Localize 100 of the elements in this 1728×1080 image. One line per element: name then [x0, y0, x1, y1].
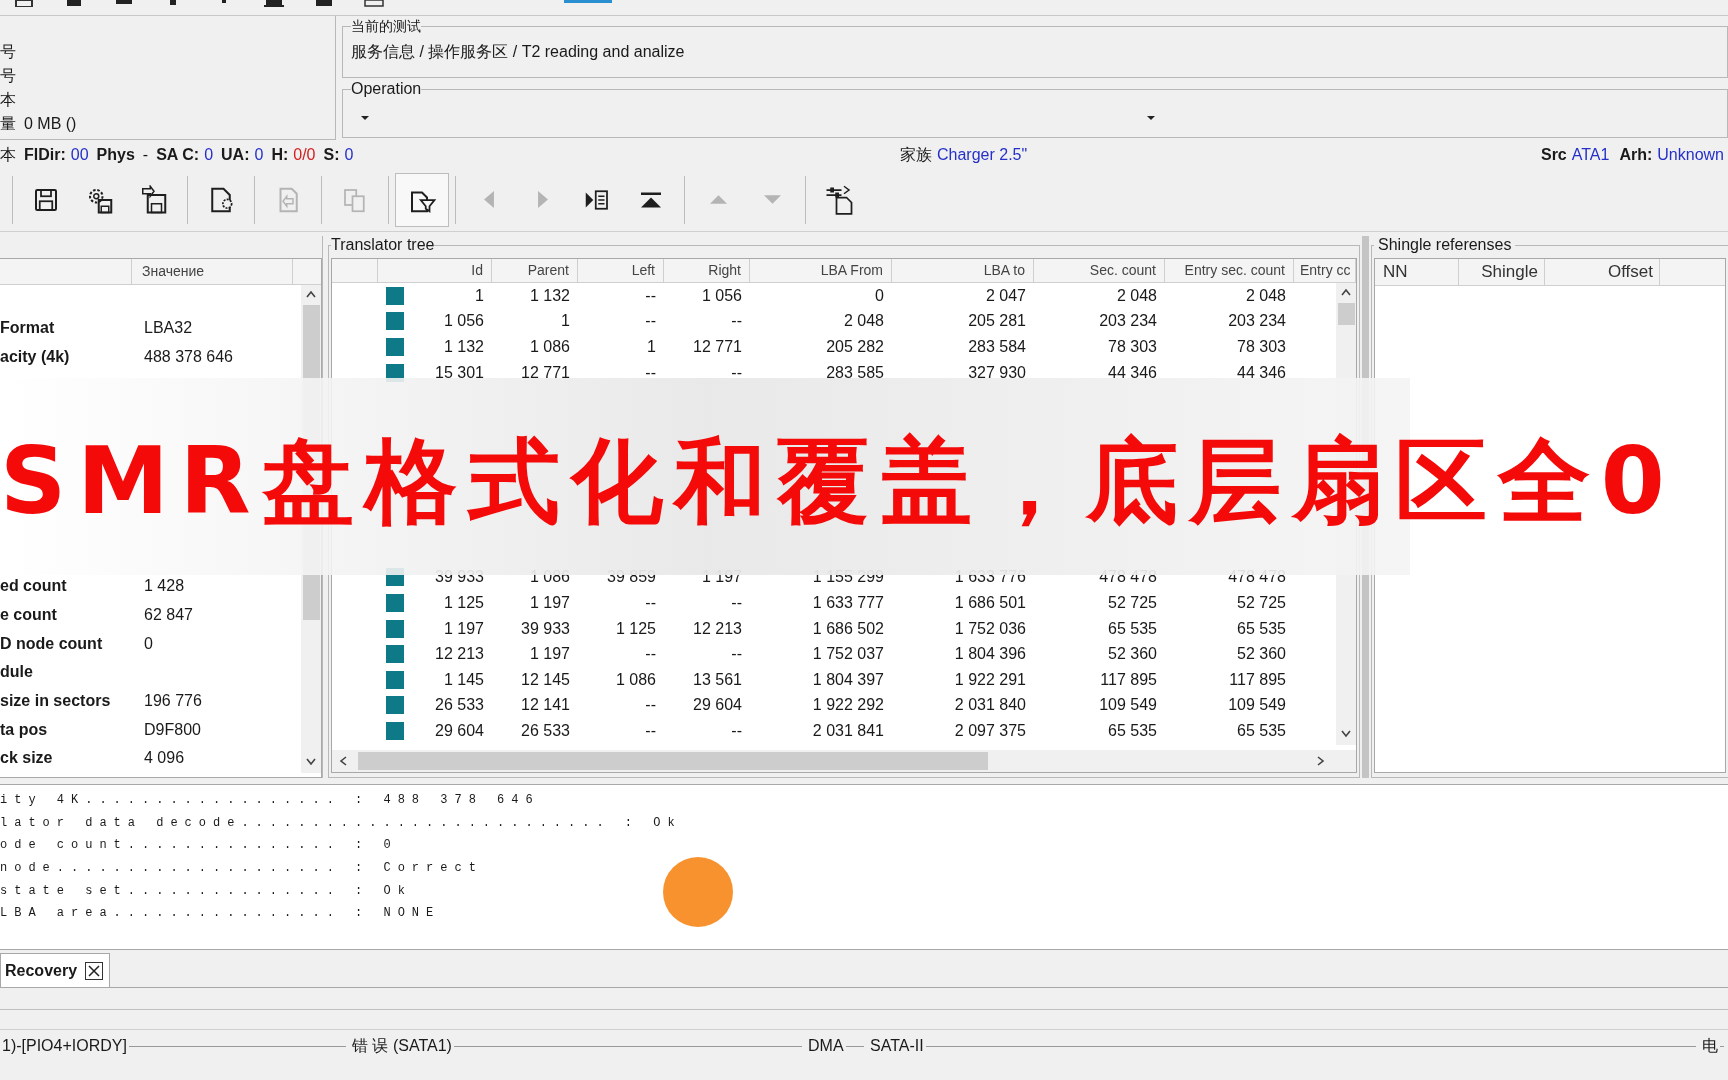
table-cell-text: 1 125	[443, 592, 484, 613]
tab-indicator	[564, 0, 612, 3]
property-name: e count	[0, 605, 58, 625]
dropdown-caret-icon[interactable]	[361, 116, 369, 120]
table-cell-text: 283 585	[825, 362, 885, 383]
status-value: 0	[204, 145, 214, 165]
status-label: 本	[0, 145, 16, 165]
column-header[interactable]: NN	[1375, 259, 1459, 285]
up-arrow-icon	[709, 195, 727, 204]
node-square-icon	[386, 670, 404, 689]
status-bar-label: DMA	[807, 1036, 844, 1056]
table-cell-text: 1 633 777	[811, 592, 885, 613]
tab-label: Recovery	[5, 960, 78, 981]
log-line: node.................... : Correct	[0, 860, 484, 878]
status-value: 00	[70, 145, 89, 165]
column-header[interactable]: Sec. count	[1034, 259, 1165, 282]
toolbar-icon[interactable]	[64, 0, 84, 7]
table-cell-text: 1 155 299	[811, 567, 885, 588]
column-header[interactable]: Id	[378, 259, 492, 282]
log-line: state set............... : Ok	[0, 882, 413, 900]
status-bar-label: SATA-II	[869, 1036, 924, 1056]
status-value: 0	[344, 145, 354, 165]
column-header[interactable]: LBA to	[892, 259, 1034, 282]
field-label: 量	[0, 114, 16, 134]
node-square-icon	[386, 338, 404, 356]
group-title: Shingle referenses	[1377, 236, 1513, 254]
column-header[interactable]: Entry cc	[1294, 259, 1356, 282]
table-cell-text: 1 086	[528, 337, 571, 357]
property-name: ed count	[0, 576, 68, 597]
table-cell-text: --	[730, 311, 743, 332]
table-cell-text: 1 132	[443, 337, 484, 357]
table-cell-text: --	[644, 720, 657, 741]
table-cell-text: 12 213	[435, 644, 484, 665]
status-label: Arh:	[1619, 145, 1653, 165]
scrollbar-thumb[interactable]	[1337, 303, 1355, 325]
table-cell-text: 12 771	[520, 362, 571, 383]
tab[interactable]: Recovery	[0, 953, 111, 987]
table-cell-text: --	[644, 362, 657, 383]
table-cell-text: --	[644, 695, 657, 716]
node-square-icon	[386, 721, 404, 740]
table-cell-text: 1 197	[443, 618, 484, 639]
table-cell-text: 52 360	[1107, 644, 1158, 665]
toolbar-button[interactable]	[395, 172, 449, 227]
column-header[interactable]: Entry sec. count	[1165, 259, 1294, 282]
toolbar-icon[interactable]	[314, 0, 334, 7]
table-cell-text: 1 056	[700, 285, 743, 306]
log-line: ity 4K.................. : 488 378 646	[0, 792, 541, 809]
toolbar-icon[interactable]	[14, 0, 34, 7]
property-value: 0	[143, 633, 153, 654]
column-header[interactable]: Offset	[1545, 259, 1660, 285]
toolbar-icon[interactable]	[114, 0, 134, 7]
table-cell-text: 478 478	[1098, 567, 1158, 588]
table-cell-text: 1 804 397	[811, 669, 885, 690]
table-cell-text: 203 234	[1227, 311, 1287, 332]
table-cell-text: 39 933	[435, 567, 484, 588]
table-cell-text: 44 346	[1236, 362, 1287, 383]
column-header[interactable]: LBA From	[750, 259, 892, 282]
column-header[interactable]: Shingle	[1459, 259, 1545, 285]
field-value: 0 MB ()	[24, 114, 77, 134]
table-cell-text: 15 301	[435, 362, 484, 383]
column-header[interactable]: Parent	[492, 259, 578, 282]
table-cell-text: 65 535	[1107, 618, 1158, 639]
table-cell-text: --	[644, 644, 657, 665]
table-cell-text: --	[644, 285, 657, 306]
status-bar-label: 电	[1701, 1036, 1718, 1056]
toolbar-icon[interactable]	[264, 0, 284, 7]
dropdown-caret-icon[interactable]	[1147, 116, 1155, 120]
table-cell-text: 78 303	[1107, 337, 1158, 357]
toolbar-icon[interactable]	[364, 0, 384, 7]
table-cell-text: 1 197	[528, 644, 571, 665]
property-value: 196 776	[143, 691, 202, 712]
property-value: 488 378 646	[143, 346, 233, 367]
column-header: Значение	[132, 259, 293, 284]
table-cell-text: 26 533	[520, 720, 571, 741]
scrollbar-thumb[interactable]	[358, 752, 988, 770]
table-cell-text: 1 086	[614, 669, 657, 690]
table-cell-text: 2 031 840	[953, 695, 1027, 716]
current-test-path: 服务信息 / 操作服务区 / T2 reading and analize	[351, 42, 686, 62]
log-line: lator data decode.......................... : Ok	[0, 814, 683, 832]
disk-arrow-icon	[139, 184, 169, 215]
property-name: dule	[0, 662, 34, 683]
table-cell-text: 39 859	[606, 567, 657, 588]
table-cell-text: 52 725	[1236, 592, 1287, 613]
scrollbar[interactable]	[332, 750, 1356, 772]
status-value: 0	[254, 145, 264, 165]
column-header[interactable]: Right	[664, 259, 750, 282]
status-value: 0/0	[293, 145, 316, 165]
field-label: 本	[0, 90, 16, 110]
table-cell-text: 1	[646, 337, 657, 357]
column-header[interactable]: Left	[578, 259, 664, 282]
close-icon[interactable]	[85, 961, 104, 980]
table-cell-text: 39 933	[520, 618, 571, 639]
status-label: UA:	[221, 145, 250, 165]
table-cell-text: 205 281	[967, 311, 1027, 332]
table-cell-text: 1 804 396	[953, 644, 1027, 665]
node-square-icon	[386, 645, 404, 664]
node-square-icon	[386, 593, 404, 612]
table-cell-text: 109 549	[1098, 695, 1158, 716]
table-cell-text: 2 047	[984, 285, 1027, 306]
table-cell-text: 203 234	[1098, 311, 1158, 332]
